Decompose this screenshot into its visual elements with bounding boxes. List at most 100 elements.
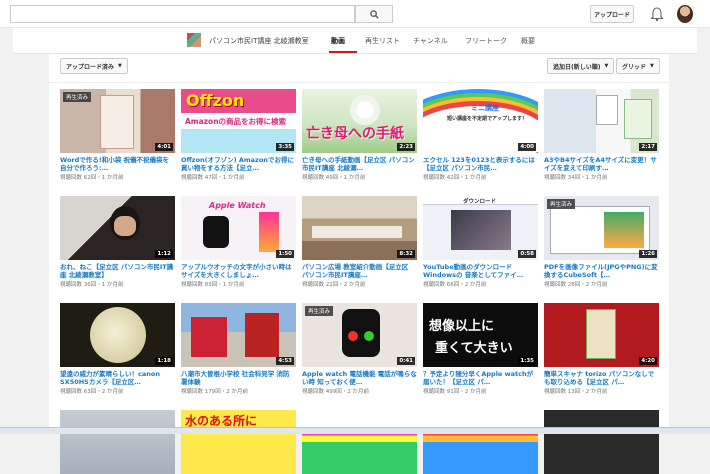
video-title[interactable]: YouTube動画のダウンロード Windowsの 音楽としてファイ…: [423, 263, 538, 279]
uploads-dropdown[interactable]: アップロード済み ▼: [60, 58, 128, 74]
video-card[interactable]: 1:18 望遠の威力が素晴らしい！canon SX50HSカメラ【足立区… 視聴…: [60, 303, 175, 395]
sort-dropdown[interactable]: 追加日(新しい順) ▼: [547, 58, 615, 74]
search-input[interactable]: [10, 5, 355, 23]
channel-icon[interactable]: [187, 33, 201, 47]
tab-channels[interactable]: チャンネル: [413, 36, 448, 46]
video-thumbnail[interactable]: 水のある所に: [181, 410, 296, 474]
video-thumbnail[interactable]: [302, 410, 417, 474]
channel-name[interactable]: パソコン市民IT講座 北綾瀬教室: [209, 36, 309, 46]
video-thumbnail[interactable]: 4:20: [544, 303, 659, 367]
video-meta: 視聴回数 22回・2 か月前: [302, 282, 366, 288]
video-title[interactable]: Wordで作る!和小袋 祝儀不祝儀袋を自分で作ろう:…: [60, 156, 175, 172]
video-meta: 視聴回数 49回・1 か月前: [302, 175, 366, 181]
video-thumbnail[interactable]: 1:12: [60, 196, 175, 260]
video-thumbnail[interactable]: 亡き母への手紙 2:23: [302, 89, 417, 153]
watched-badge: 再生済み: [547, 199, 576, 209]
video-meta: 視聴回数 36回・1 か月前: [60, 282, 124, 288]
video-card[interactable]: [423, 410, 538, 474]
video-card[interactable]: [60, 410, 175, 474]
video-card[interactable]: ダウンロード 0:58 YouTube動画のダウンロード Windowsの 音楽…: [423, 196, 538, 288]
thumb-text: Apple Watch: [209, 201, 266, 210]
video-title[interactable]: 八潮市大曽根小学校 社会科見学 消防署体験: [181, 370, 296, 386]
thumb-text: 短い講座を不定期でアップします！: [447, 116, 528, 122]
tab-playlists[interactable]: 再生リスト: [365, 36, 400, 46]
notification-bell-icon[interactable]: [650, 6, 664, 22]
video-card[interactable]: 4:53 八潮市大曽根小学校 社会科見学 消防署体験 視聴回数 179回・2 か…: [181, 303, 296, 395]
video-thumbnail[interactable]: Offzon Amazonの商品をお得に検索 3:35: [181, 89, 296, 153]
videos-panel: アップロード済み ▼ 追加日(新しい順) ▼ グリッド ▼ 再生済み 4:01 Wor…: [49, 54, 669, 474]
account-avatar[interactable]: [677, 5, 693, 23]
video-card[interactable]: 水のある所に: [181, 410, 296, 474]
video-meta: 視聴回数 91回・2 か月前: [423, 389, 487, 395]
watched-badge: 再生済み: [305, 306, 334, 316]
video-thumbnail[interactable]: [60, 410, 175, 474]
video-thumbnail[interactable]: 8:32: [302, 196, 417, 260]
video-title[interactable]: ？予定より随分早くApple watchが届いた！【足立区 パ…: [423, 370, 538, 386]
video-thumbnail[interactable]: 再生済み 1:26: [544, 196, 659, 260]
video-duration: 2:23: [397, 143, 415, 151]
tab-about[interactable]: 概要: [521, 36, 535, 46]
video-meta: 視聴回数 34回・1 か月前: [544, 175, 608, 181]
taskbar: [0, 427, 710, 434]
upload-button[interactable]: アップロード: [590, 5, 634, 23]
video-card[interactable]: 想像以上に 重くて大きい 1:35 ？予定より随分早くApple watchが届…: [423, 303, 538, 395]
view-dropdown[interactable]: グリッド ▼: [616, 58, 660, 74]
video-title[interactable]: Apple watch 電話機能 電話が鳴らない時 知っておく便…: [302, 370, 417, 386]
caret-down-icon: ▼: [118, 63, 122, 69]
video-meta: 視聴回数 63回・2 か月前: [60, 389, 124, 395]
video-thumbnail[interactable]: 1:18: [60, 303, 175, 367]
video-card[interactable]: 1:12 おれ、ねこ【足立区 パソコン市民IT講座 北綾瀬教室】 視聴回数 36…: [60, 196, 175, 288]
video-card[interactable]: 再生済み 4:01 Wordで作る!和小袋 祝儀不祝儀袋を自分で作ろう:… 視聴…: [60, 89, 175, 181]
thumb-text: 亡き母への手紙: [306, 126, 404, 142]
video-thumbnail[interactable]: ダウンロード 0:58: [423, 196, 538, 260]
thumb-text: ダウンロード: [463, 199, 497, 205]
video-duration: 1:12: [155, 250, 173, 258]
video-meta: 視聴回数 66回・2 か月前: [423, 282, 487, 288]
video-card[interactable]: ミニ講座 短い講座を不定期でアップします！ 4:00 エクセル 123を0123…: [423, 89, 538, 181]
video-thumbnail[interactable]: 再生済み 0:41: [302, 303, 417, 367]
video-title[interactable]: パソコン広場 教室紹介動画【足立区 パソコン市民IT講座…: [302, 263, 417, 279]
video-thumbnail[interactable]: [423, 410, 538, 474]
tab-videos[interactable]: 動画: [331, 36, 345, 46]
video-thumbnail[interactable]: 再生済み 4:01: [60, 89, 175, 153]
video-meta: 視聴回数 47回・1 か月前: [181, 175, 245, 181]
video-card[interactable]: 再生済み 0:41 Apple watch 電話機能 電話が鳴らない時 知ってお…: [302, 303, 417, 395]
video-card[interactable]: Offzon Amazonの商品をお得に検索 3:35 Offzon(オフゾン)…: [181, 89, 296, 181]
video-title[interactable]: アップルウオッチの文字が小さい時はサイズを大きくしましょ…: [181, 263, 296, 279]
video-duration: 4:00: [518, 143, 536, 151]
search-button[interactable]: [355, 5, 393, 23]
video-thumbnail[interactable]: 想像以上に 重くて大きい 1:35: [423, 303, 538, 367]
video-thumbnail[interactable]: 2:17: [544, 89, 659, 153]
video-meta: 視聴回数 28回・2 か月前: [544, 282, 608, 288]
video-card[interactable]: 亡き母への手紙 2:23 亡き母への手紙動画【足立区 パソコン市民IT講座 北綾…: [302, 89, 417, 181]
video-title[interactable]: 亡き母への手紙動画【足立区 パソコン市民IT講座 北綾瀬…: [302, 156, 417, 172]
video-title[interactable]: 望遠の威力が素晴らしい！canon SX50HSカメラ【足立区…: [60, 370, 175, 386]
divider: [49, 82, 669, 83]
video-meta: 視聴回数 62回・1 か月前: [60, 175, 124, 181]
video-title[interactable]: A3やB4サイズをA4サイズに変更！サイズを変えて印刷す…: [544, 156, 659, 172]
video-thumbnail[interactable]: ミニ講座 短い講座を不定期でアップします！ 4:00: [423, 89, 538, 153]
video-card[interactable]: 再生済み 1:26 PDFを画像ファイル(JPGやPNG)に変換するCubeSo…: [544, 196, 659, 288]
active-tab-indicator: [329, 51, 357, 53]
video-thumbnail[interactable]: 4:53: [181, 303, 296, 367]
video-duration: 2:17: [639, 143, 657, 151]
video-thumbnail[interactable]: [544, 410, 659, 474]
video-card[interactable]: 4:20 簡単スキャナ torizo パソコンなしでも取り込める【足立区 パ… …: [544, 303, 659, 395]
thumb-text: ミニ講座: [471, 104, 499, 112]
tab-free-talk[interactable]: フリートーク: [465, 36, 507, 46]
thumb-text: Offzon: [186, 91, 245, 110]
top-bar: アップロード: [0, 0, 710, 28]
video-title[interactable]: エクセル 123を0123と表示するには【足立区 パソコン市民…: [423, 156, 538, 172]
video-title[interactable]: おれ、ねこ【足立区 パソコン市民IT講座 北綾瀬教室】: [60, 263, 175, 279]
video-title[interactable]: 簡単スキャナ torizo パソコンなしでも取り込める【足立区 パ…: [544, 370, 659, 386]
video-title[interactable]: PDFを画像ファイル(JPGやPNG)に変換するCubeSoft【…: [544, 263, 659, 279]
thumb-text: Amazonの商品をお得に検索: [185, 117, 287, 126]
video-card[interactable]: Apple Watch 1:50 アップルウオッチの文字が小さい時はサイズを大き…: [181, 196, 296, 288]
video-card[interactable]: 2:17 A3やB4サイズをA4サイズに変更！サイズを変えて印刷す… 視聴回数 …: [544, 89, 659, 181]
video-title[interactable]: Offzon(オフゾン) Amazonでお得に買い物をする方法【足立…: [181, 156, 296, 172]
video-card[interactable]: [544, 410, 659, 474]
video-card[interactable]: 8:32 パソコン広場 教室紹介動画【足立区 パソコン市民IT講座… 視聴回数 …: [302, 196, 417, 288]
video-meta: 視聴回数 83回・1 か月前: [181, 282, 245, 288]
video-thumbnail[interactable]: Apple Watch 1:50: [181, 196, 296, 260]
video-card[interactable]: [302, 410, 417, 474]
